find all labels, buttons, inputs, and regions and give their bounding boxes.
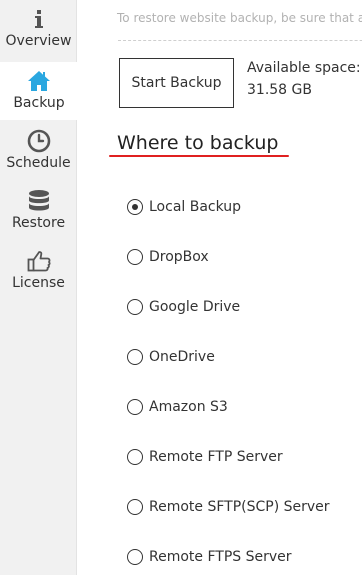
radio-button[interactable] <box>127 399 143 415</box>
radio-button[interactable] <box>127 349 143 365</box>
radio-button[interactable] <box>127 249 143 265</box>
sidebar-item-label: Overview <box>5 33 72 49</box>
sidebar-item-schedule[interactable]: Schedule <box>0 122 77 180</box>
clock-icon <box>26 128 52 154</box>
start-backup-button[interactable]: Start Backup <box>119 58 234 108</box>
sidebar-item-label: Backup <box>13 95 65 111</box>
option-label: OneDrive <box>149 349 215 365</box>
main-content: To restore website backup, be sure that … <box>78 0 362 575</box>
sidebar-item-backup[interactable]: Backup <box>0 62 78 120</box>
section-title: Where to backup <box>117 132 279 154</box>
option-label: Local Backup <box>149 199 242 215</box>
sidebar-item-label: Schedule <box>6 155 71 171</box>
radio-button[interactable] <box>127 199 143 215</box>
info-icon <box>26 6 52 32</box>
option-label: Google Drive <box>149 299 241 315</box>
sidebar-item-license[interactable]: License <box>0 242 77 300</box>
option-label: Remote SFTP(SCP) Server <box>149 499 330 515</box>
available-space-label: Available space: <box>247 60 361 76</box>
radio-button[interactable] <box>127 499 143 515</box>
sidebar-item-label: License <box>12 275 65 291</box>
option-label: Remote FTP Server <box>149 449 283 465</box>
available-space-value: 31.58 GB <box>247 82 312 98</box>
divider <box>118 40 362 41</box>
radio-button[interactable] <box>127 549 143 565</box>
option-label: DropBox <box>149 249 209 265</box>
sidebar: Overview Backup Schedule Restore License <box>0 0 78 575</box>
thumbs-up-icon <box>26 248 52 274</box>
radio-button[interactable] <box>127 449 143 465</box>
sidebar-item-restore[interactable]: Restore <box>0 182 77 240</box>
home-icon <box>26 68 52 94</box>
sidebar-item-overview[interactable]: Overview <box>0 0 77 58</box>
option-label: Amazon S3 <box>149 399 228 415</box>
sidebar-item-label: Restore <box>11 215 66 231</box>
radio-button[interactable] <box>127 299 143 315</box>
backup-page: Overview Backup Schedule Restore License… <box>0 0 362 575</box>
radio-selected-dot <box>132 204 138 210</box>
database-icon <box>26 188 52 214</box>
restore-notice: To restore website backup, be sure that … <box>117 11 362 25</box>
option-label: Remote FTPS Server <box>149 549 292 565</box>
title-underline <box>109 155 289 157</box>
